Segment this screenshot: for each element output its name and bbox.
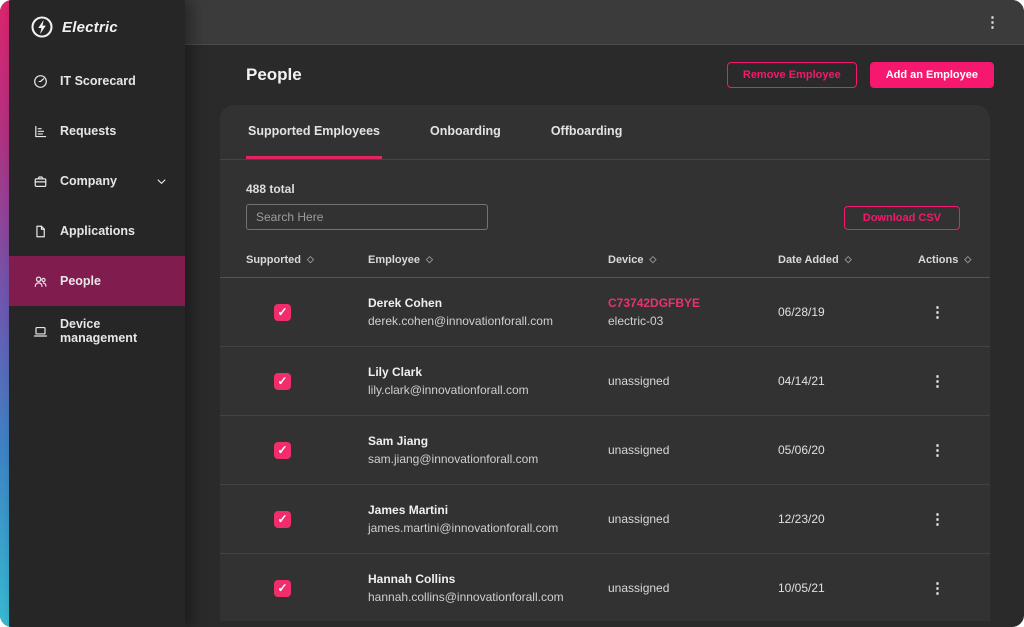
topbar: ⋮	[185, 0, 1024, 45]
people-icon	[33, 274, 48, 289]
add-employee-button[interactable]: Add an Employee	[869, 62, 994, 88]
device-unassigned: unassigned	[608, 443, 670, 457]
document-icon	[33, 224, 48, 239]
sidebar-item-it-scorecard[interactable]: IT Scorecard	[9, 56, 185, 106]
sidebar-item-company[interactable]: Company	[9, 156, 185, 206]
employee-email: hannah.collins@innovationforall.com	[368, 590, 564, 604]
supported-checkbox[interactable]: ✓	[274, 510, 291, 528]
date-added: 04/14/21	[778, 374, 825, 388]
employee-name: Derek Cohen	[368, 296, 443, 310]
column-header-employee[interactable]: Employee ◇	[368, 254, 608, 266]
tab-supported-employees[interactable]: Supported Employees	[246, 105, 382, 159]
remove-employee-button[interactable]: Remove Employee	[726, 62, 857, 88]
sort-icon[interactable]: ◇	[845, 254, 852, 265]
row-actions-kebab-icon[interactable]: ⋮	[930, 442, 945, 459]
supported-checkbox[interactable]: ✓	[274, 579, 291, 597]
column-header-date-added[interactable]: Date Added ◇	[778, 254, 918, 266]
chart-icon	[33, 124, 48, 139]
column-label: Supported	[246, 253, 301, 266]
device-name: electric-03	[608, 314, 664, 328]
sidebar-item-label: Device management	[60, 317, 138, 345]
sidebar-item-device-management[interactable]: Device management	[9, 306, 185, 356]
people-card: Supported Employees Onboarding Offboarding…	[220, 105, 990, 621]
tab-offboarding[interactable]: Offboarding	[549, 105, 625, 159]
date-added: 12/23/20	[778, 512, 825, 526]
device-unassigned: unassigned	[608, 374, 670, 388]
device-unassigned: unassigned	[608, 512, 670, 526]
brand-name: Electric	[62, 18, 118, 36]
employee-email: sam.jiang@innovationforall.com	[368, 452, 539, 466]
table-controls: 488 total Download CSV	[220, 160, 990, 242]
total-count: 488 total	[246, 182, 295, 196]
employee-email: lily.clark@innovationforall.com	[368, 383, 529, 397]
employee-name: Lily Clark	[368, 365, 423, 379]
column-label: Employee	[368, 253, 420, 266]
sidebar-item-label: IT Scorecard	[60, 74, 136, 88]
column-header-actions[interactable]: Actions ◇	[918, 254, 980, 266]
electric-bolt-icon	[31, 16, 53, 38]
sidebar-item-label: Applications	[60, 224, 136, 238]
sidebar-item-people[interactable]: People	[9, 256, 185, 306]
sort-icon[interactable]: ◇	[426, 254, 433, 265]
employee-email: derek.cohen@innovationforall.com	[368, 314, 553, 328]
app-window: Electric IT Scorecard Requests Company Appl…	[0, 0, 1024, 627]
employee-name: James Martini	[368, 503, 449, 517]
controls-right: Download CSV	[843, 206, 960, 230]
topbar-kebab-menu-icon[interactable]: ⋮	[985, 15, 1000, 30]
tab-bar: Supported Employees Onboarding Offboarding	[220, 105, 990, 160]
column-header-supported[interactable]: Supported ◇	[246, 254, 368, 266]
download-csv-button[interactable]: Download CSV	[843, 206, 960, 230]
row-actions-kebab-icon[interactable]: ⋮	[930, 580, 945, 597]
column-label: Actions	[918, 253, 959, 266]
table-row: ✓ Lily Clark lily.clark@innovationforall.c…	[220, 347, 990, 416]
page-title: People	[246, 65, 302, 84]
column-header-device[interactable]: Device ◇	[608, 254, 778, 266]
sidebar-item-requests[interactable]: Requests	[9, 106, 185, 156]
main-area: ⋮ People Remove Employee Add an Employee…	[185, 0, 1024, 627]
device-unassigned: unassigned	[608, 581, 670, 595]
table-row: ✓ Sam Jiang sam.jiang@innovationforall.com…	[220, 416, 990, 485]
date-added: 10/05/21	[778, 581, 825, 595]
row-actions-kebab-icon[interactable]: ⋮	[930, 373, 945, 390]
date-added: 05/06/20	[778, 443, 825, 457]
column-label: Device	[608, 253, 644, 266]
column-label: Date Added	[778, 253, 839, 266]
search-input[interactable]	[246, 204, 488, 230]
table-row: ✓ James Martini james.martini@innovationfo…	[220, 485, 990, 554]
sort-icon[interactable]: ◇	[649, 254, 656, 265]
employee-name: Hannah Collins	[368, 572, 456, 586]
sort-icon[interactable]: ◇	[307, 254, 314, 265]
row-actions-kebab-icon[interactable]: ⋮	[930, 511, 945, 528]
sidebar-item-label: Company	[60, 174, 117, 188]
table-row: ✓ Derek Cohen derek.cohen@innovationforall…	[220, 278, 990, 347]
page-header: People Remove Employee Add an Employee	[185, 45, 1024, 105]
gauge-icon	[33, 74, 48, 89]
supported-checkbox[interactable]: ✓	[274, 303, 291, 321]
sidebar-item-label: People	[60, 274, 101, 288]
employee-email: james.martini@innovationforall.com	[368, 521, 559, 535]
tab-onboarding[interactable]: Onboarding	[428, 105, 503, 159]
sidebar: Electric IT Scorecard Requests Company Appl…	[9, 0, 185, 627]
header-actions: Remove Employee Add an Employee	[726, 62, 994, 88]
laptop-icon	[33, 324, 48, 339]
controls-left: 488 total	[246, 182, 488, 230]
date-added: 06/28/19	[778, 305, 825, 319]
brand-logo: Electric	[9, 0, 185, 52]
device-id-link[interactable]: C73742DGFBYE	[608, 296, 778, 310]
row-actions-kebab-icon[interactable]: ⋮	[930, 304, 945, 321]
sidebar-item-applications[interactable]: Applications	[9, 206, 185, 256]
table-row: ✓ Hannah Collins hannah.collins@innovation…	[220, 554, 990, 621]
sort-icon[interactable]: ◇	[964, 254, 971, 265]
sidebar-item-label: Requests	[60, 124, 117, 138]
chevron-down-icon[interactable]	[154, 174, 169, 189]
supported-checkbox[interactable]: ✓	[274, 441, 291, 459]
employee-name: Sam Jiang	[368, 434, 429, 448]
briefcase-icon	[33, 174, 48, 189]
table-header-row: Supported ◇ Employee ◇ Device ◇ Date Added ◇ Act…	[220, 242, 990, 278]
sidebar-nav: IT Scorecard Requests Company Applications P…	[9, 56, 185, 356]
supported-checkbox[interactable]: ✓	[274, 372, 291, 390]
table-body: ✓ Derek Cohen derek.cohen@innovationforall…	[220, 278, 990, 621]
